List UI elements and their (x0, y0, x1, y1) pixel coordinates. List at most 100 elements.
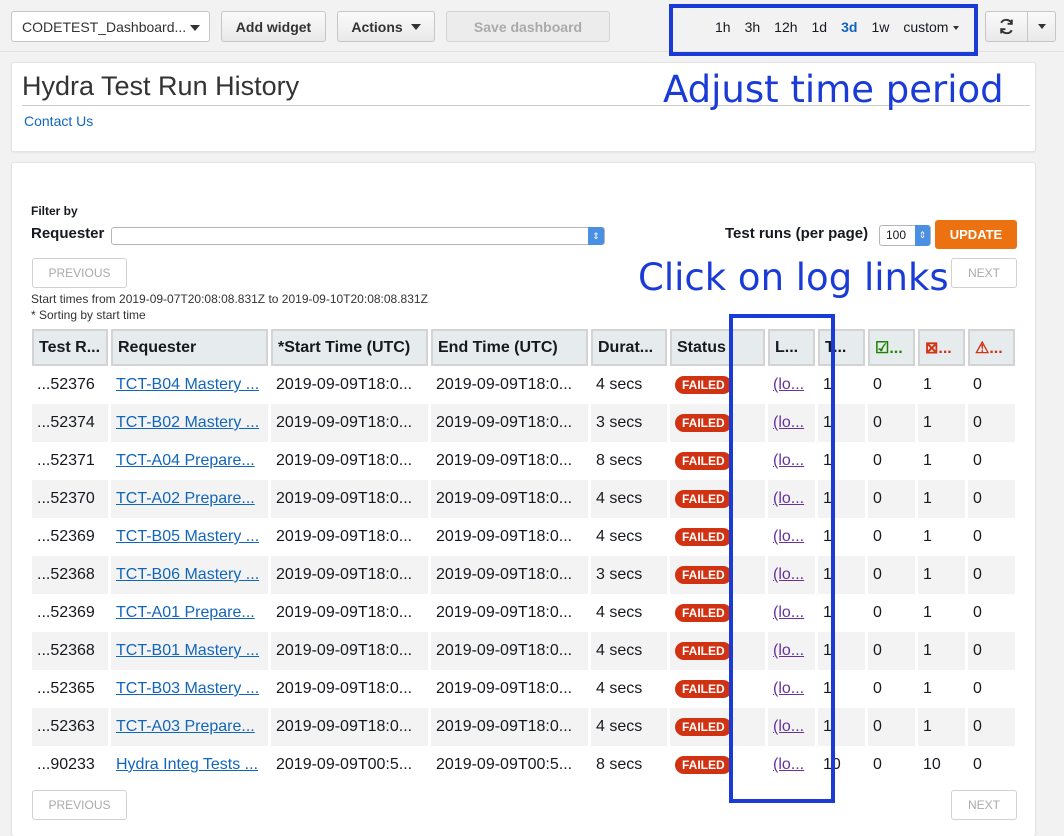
requester-link[interactable]: TCT-B03 Mastery ... (116, 680, 259, 697)
table-row: ...52365 TCT-B03 Mastery ... 2019-09-09T18… (32, 670, 1015, 708)
requester-link[interactable]: Hydra Integ Tests ... (116, 756, 258, 773)
failed-count-cell: 1 (918, 708, 965, 746)
requester-label: Requester (31, 225, 105, 242)
save-dashboard-button[interactable]: Save dashboard (446, 11, 610, 42)
previous-button-top[interactable]: PREVIOUS (32, 258, 127, 288)
table-body: ...52376 TCT-B04 Mastery ... 2019-09-09T18… (32, 366, 1015, 784)
start-time-cell: 2019-09-09T18:0... (276, 680, 413, 697)
end-time-cell: 2019-09-09T18:0... (431, 708, 588, 746)
start-time-cell: 2019-09-09T18:0... (271, 632, 428, 670)
contact-us-link[interactable]: Contact Us (24, 113, 93, 129)
test-run-id-cell: ...52368 (32, 556, 108, 594)
test-run-id-cell: ...52369 (37, 528, 95, 545)
passed-count-cell: 0 (868, 708, 915, 746)
test-run-id-cell: ...52371 (37, 452, 95, 469)
requester-cell: Hydra Integ Tests ... (111, 746, 268, 784)
passed-count-cell: 0 (873, 528, 882, 545)
dashboard-name: CODETEST_Dashboard... (22, 18, 187, 35)
actions-button[interactable]: Actions (337, 11, 435, 42)
next-button-bottom[interactable]: NEXT (951, 790, 1017, 820)
column-header-start-time[interactable]: *Start Time (UTC) (271, 329, 428, 366)
table-row: ...52369 TCT-A01 Prepare... 2019-09-09T18:… (32, 594, 1015, 632)
requester-link[interactable]: TCT-B05 Mastery ... (116, 528, 259, 545)
warnings-count-cell: 0 (968, 480, 1015, 518)
page-title: Hydra Test Run History (22, 71, 300, 101)
end-time-cell: 2019-09-09T18:0... (436, 528, 573, 545)
passed-count-cell: 0 (873, 452, 882, 469)
chevron-down-icon (190, 25, 200, 31)
end-time-cell: 2019-09-09T18:0... (436, 452, 573, 469)
failed-count-cell: 10 (923, 756, 941, 773)
filter-by-label: Filter by (31, 204, 78, 218)
status-badge: FAILED (675, 376, 732, 394)
next-button-top[interactable]: NEXT (951, 258, 1017, 288)
table-row: ...52370 TCT-A02 Prepare... 2019-09-09T18:… (32, 480, 1015, 518)
passed-count-cell: 0 (868, 632, 915, 670)
test-run-id-cell: ...52376 (37, 376, 95, 393)
end-time-cell: 2019-09-09T18:0... (436, 376, 573, 393)
status-badge: FAILED (675, 680, 732, 698)
column-header-end-time[interactable]: End Time (UTC) (431, 329, 588, 366)
column-header-warnings[interactable]: ⚠... (968, 329, 1015, 366)
requester-link[interactable]: TCT-A03 Prepare... (116, 718, 255, 735)
failed-count-cell: 1 (918, 556, 965, 594)
warnings-count-cell: 0 (973, 528, 982, 545)
passed-count-cell: 0 (873, 680, 882, 697)
passed-count-cell: 0 (868, 480, 915, 518)
column-header-test-run[interactable]: Test R... (32, 329, 108, 366)
duration-cell: 8 secs (596, 452, 643, 469)
start-time-cell: 2019-09-09T18:0... (271, 404, 428, 442)
start-time-cell: 2019-09-09T18:0... (271, 556, 428, 594)
passed-count-cell: 0 (868, 404, 915, 442)
requester-link[interactable]: TCT-B01 Mastery ... (116, 642, 259, 659)
annotation-log-box (729, 314, 835, 803)
requester-link[interactable]: TCT-A02 Prepare... (116, 490, 255, 507)
column-header-failed[interactable]: ⊠... (918, 329, 965, 366)
update-button[interactable]: UPDATE (935, 220, 1017, 249)
end-time-cell: 2019-09-09T18:0... (431, 632, 588, 670)
requester-link[interactable]: TCT-A01 Prepare... (116, 604, 255, 621)
passed-count-cell: 0 (873, 376, 882, 393)
table-row: ...90233 Hydra Integ Tests ... 2019-09-09T… (32, 746, 1015, 784)
table-row: ...52371 TCT-A04 Prepare... 2019-09-09T18:… (32, 442, 1015, 480)
column-header-passed[interactable]: ☑... (868, 329, 915, 366)
start-time-cell: 2019-09-09T18:0... (276, 452, 413, 469)
refresh-button[interactable] (986, 12, 1028, 41)
start-time-cell: 2019-09-09T18:0... (276, 604, 413, 621)
test-run-id-cell: ...90233 (37, 756, 95, 773)
duration-cell: 4 secs (596, 680, 643, 697)
requester-link[interactable]: TCT-B02 Mastery ... (116, 414, 259, 431)
requester-cell: TCT-A04 Prepare... (111, 442, 268, 480)
warnings-count-cell: 0 (968, 556, 1015, 594)
refresh-options-button[interactable] (1028, 12, 1055, 41)
requester-cell: TCT-B01 Mastery ... (111, 632, 268, 670)
warnings-count-cell: 0 (973, 756, 982, 773)
requester-link[interactable]: TCT-B04 Mastery ... (116, 376, 259, 393)
status-badge: FAILED (675, 490, 732, 508)
end-time-cell: 2019-09-09T18:0... (431, 480, 588, 518)
requester-cell: TCT-A03 Prepare... (111, 708, 268, 746)
requester-cell: TCT-A02 Prepare... (111, 480, 268, 518)
runs-per-page-label: Test runs (per page) (725, 225, 869, 242)
table-row: ...52368 TCT-B01 Mastery ... 2019-09-09T18… (32, 632, 1015, 670)
duration-cell: 4 secs (596, 376, 643, 393)
requester-cell: TCT-B06 Mastery ... (111, 556, 268, 594)
runs-per-page-select[interactable]: 100 ⇕ (879, 225, 931, 246)
column-header-duration[interactable]: Durat... (591, 329, 667, 366)
start-time-cell: 2019-09-09T00:5... (276, 756, 413, 773)
dashboard-selector[interactable]: CODETEST_Dashboard... (11, 11, 210, 42)
start-time-cell: 2019-09-09T18:0... (276, 376, 413, 393)
requester-link[interactable]: TCT-A04 Prepare... (116, 452, 255, 469)
test-run-id-cell: ...52369 (37, 604, 95, 621)
annotation-log-text: Click on log links (638, 256, 949, 299)
previous-button-bottom[interactable]: PREVIOUS (32, 790, 127, 820)
start-time-cell: 2019-09-09T18:0... (271, 708, 428, 746)
requester-select[interactable]: ⇕ (111, 227, 605, 245)
column-header-requester[interactable]: Requester (111, 329, 268, 366)
requester-link[interactable]: TCT-B06 Mastery ... (116, 566, 259, 583)
status-badge: FAILED (675, 452, 732, 470)
add-widget-button[interactable]: Add widget (221, 11, 326, 42)
runs-per-page-value: 100 (886, 228, 907, 242)
end-time-cell: 2019-09-09T18:0... (431, 556, 588, 594)
duration-cell: 4 secs (591, 480, 667, 518)
